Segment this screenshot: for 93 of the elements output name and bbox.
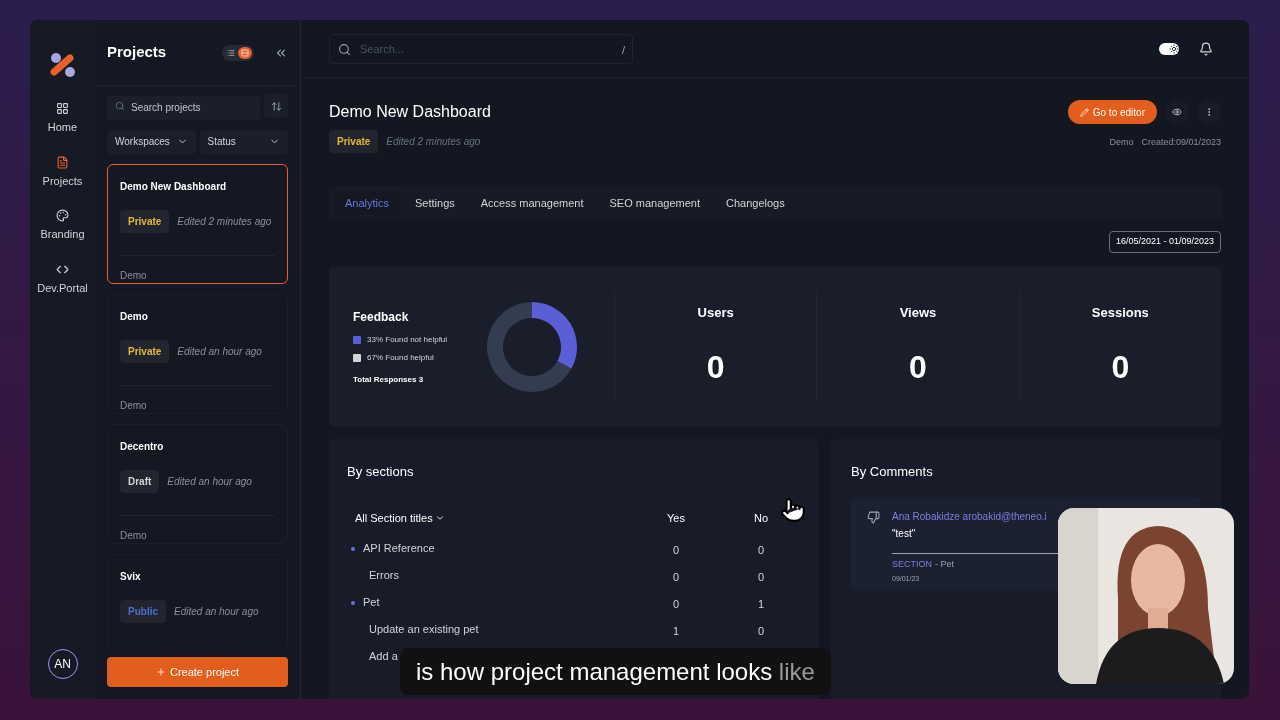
chevron-down-icon [434,513,445,523]
status-badge: Public [120,599,166,623]
project-title: Demo New Dashboard [329,102,492,122]
tab[interactable]: Settings [405,191,465,215]
theme-toggle[interactable] [1159,42,1179,55]
bullet-icon [351,600,355,605]
pencil-icon [1079,107,1089,117]
total-responses: Total Responses 3 [353,374,425,386]
logo-icon [49,52,76,78]
column-header: Yes [666,510,686,526]
project-name: Demo [120,309,149,324]
section-tag: SECTION [892,558,932,572]
video-caption: is how project management looks like [400,648,831,695]
tab[interactable]: SEO management [599,191,710,215]
filter-dropdown[interactable]: Status [199,129,288,154]
edited-time: Edited 2 minutes ago [386,135,481,149]
edited-time: Edited an hour ago [177,344,262,359]
eye-icon [1172,107,1182,117]
stat-label: Sessions [1091,304,1149,323]
edited-time: Edited 2 minutes ago [177,214,272,229]
no-count: 1 [757,597,765,610]
workspace-name: Demo [120,529,147,541]
nav-item[interactable]: Home [47,102,78,136]
grid-icon[interactable] [238,46,252,59]
section-title: Errors [368,568,399,584]
nav-item[interactable]: Branding [40,209,85,243]
status-badge: Private [120,339,170,363]
tab[interactable]: Analytics [335,191,400,215]
status-badge: Draft [120,469,160,493]
tab[interactable]: Changelogs [716,191,795,215]
panel-title: By Comments [851,464,933,479]
stat-label: Views [899,304,937,323]
yes-count: 0 [672,543,680,556]
no-count: 0 [757,543,765,556]
section-name: - Pet [935,558,955,571]
stat-value: 0 [909,347,927,387]
column-header: No [752,510,770,526]
nav-item[interactable]: Projects [42,155,83,189]
view-toggle[interactable] [222,44,254,61]
project-name: Decentro [120,439,165,454]
section-title: Pet [363,595,380,611]
section-title: Update an existing pet [368,622,479,638]
yes-count: 1 [672,624,680,637]
sort-button[interactable] [264,94,288,118]
project-name: Svix [120,569,142,584]
comment-author: Ana Robakidze arobakid@theneo.i [892,510,1048,524]
filter-dropdown[interactable]: Workspaces [107,129,196,154]
project-card[interactable]: Demo New Dashboard Private Edited 2 minutes ago Demo [107,163,288,284]
nav-item[interactable]: Dev.Portal [37,262,88,296]
grid-icon [56,102,69,115]
legend-label: 67% Found helpful [367,352,434,364]
yes-count: 0 [672,570,680,583]
tab[interactable]: Access management [470,191,594,215]
comment-text: "test" [892,527,917,541]
no-count: 0 [757,624,765,637]
project-card[interactable]: Demo Private Edited an hour ago Demo [107,293,288,414]
palette-icon [56,209,69,222]
yes-count: 0 [672,597,680,610]
shortcut-key: / [621,41,625,58]
edited-time: Edited an hour ago [167,474,252,489]
legend-label: 33% Found not helpful [367,334,448,346]
section-filter-dropdown[interactable]: All Section titles [347,509,631,527]
section-title: Add a [368,649,398,665]
workspace-name: Demo [1109,136,1134,149]
notification-icon[interactable] [1199,41,1213,56]
sort-icon [270,100,282,112]
bullet-icon [351,546,355,551]
document-icon [56,155,69,169]
create-project-button[interactable]: Create project [107,657,288,687]
edited-time: Edited an hour ago [174,604,259,619]
go-to-editor-button[interactable]: Go to editor [1067,100,1157,124]
search-icon [338,42,351,56]
panel-title: Projects [107,42,168,63]
section-title: API Reference [363,541,435,557]
project-card[interactable]: Decentro Draft Edited an hour ago Demo [107,423,288,544]
status-badge: Private [329,130,379,153]
stat-label: Users [697,304,734,323]
preview-button[interactable] [1165,100,1189,124]
stat-value: 0 [1111,347,1130,387]
workspace-name: Demo [120,399,147,411]
status-badge: Private [120,209,170,233]
thumbs-down-icon [867,511,880,524]
stat-value: 0 [706,347,725,387]
no-count: 0 [757,570,765,583]
feedback-title: Feedback [353,309,410,326]
workspace-name: Demo [120,269,147,281]
created-date: Created:09/01/2023 [1141,136,1221,149]
project-name: Demo New Dashboard [120,179,228,194]
search-field[interactable]: Search projects [107,95,260,120]
cursor-icon [780,497,806,523]
panel-title: By sections [347,464,414,479]
date-range-button[interactable]: 16/05/2021 - 01/09/2023 [1108,231,1221,253]
plus-icon [155,667,166,677]
